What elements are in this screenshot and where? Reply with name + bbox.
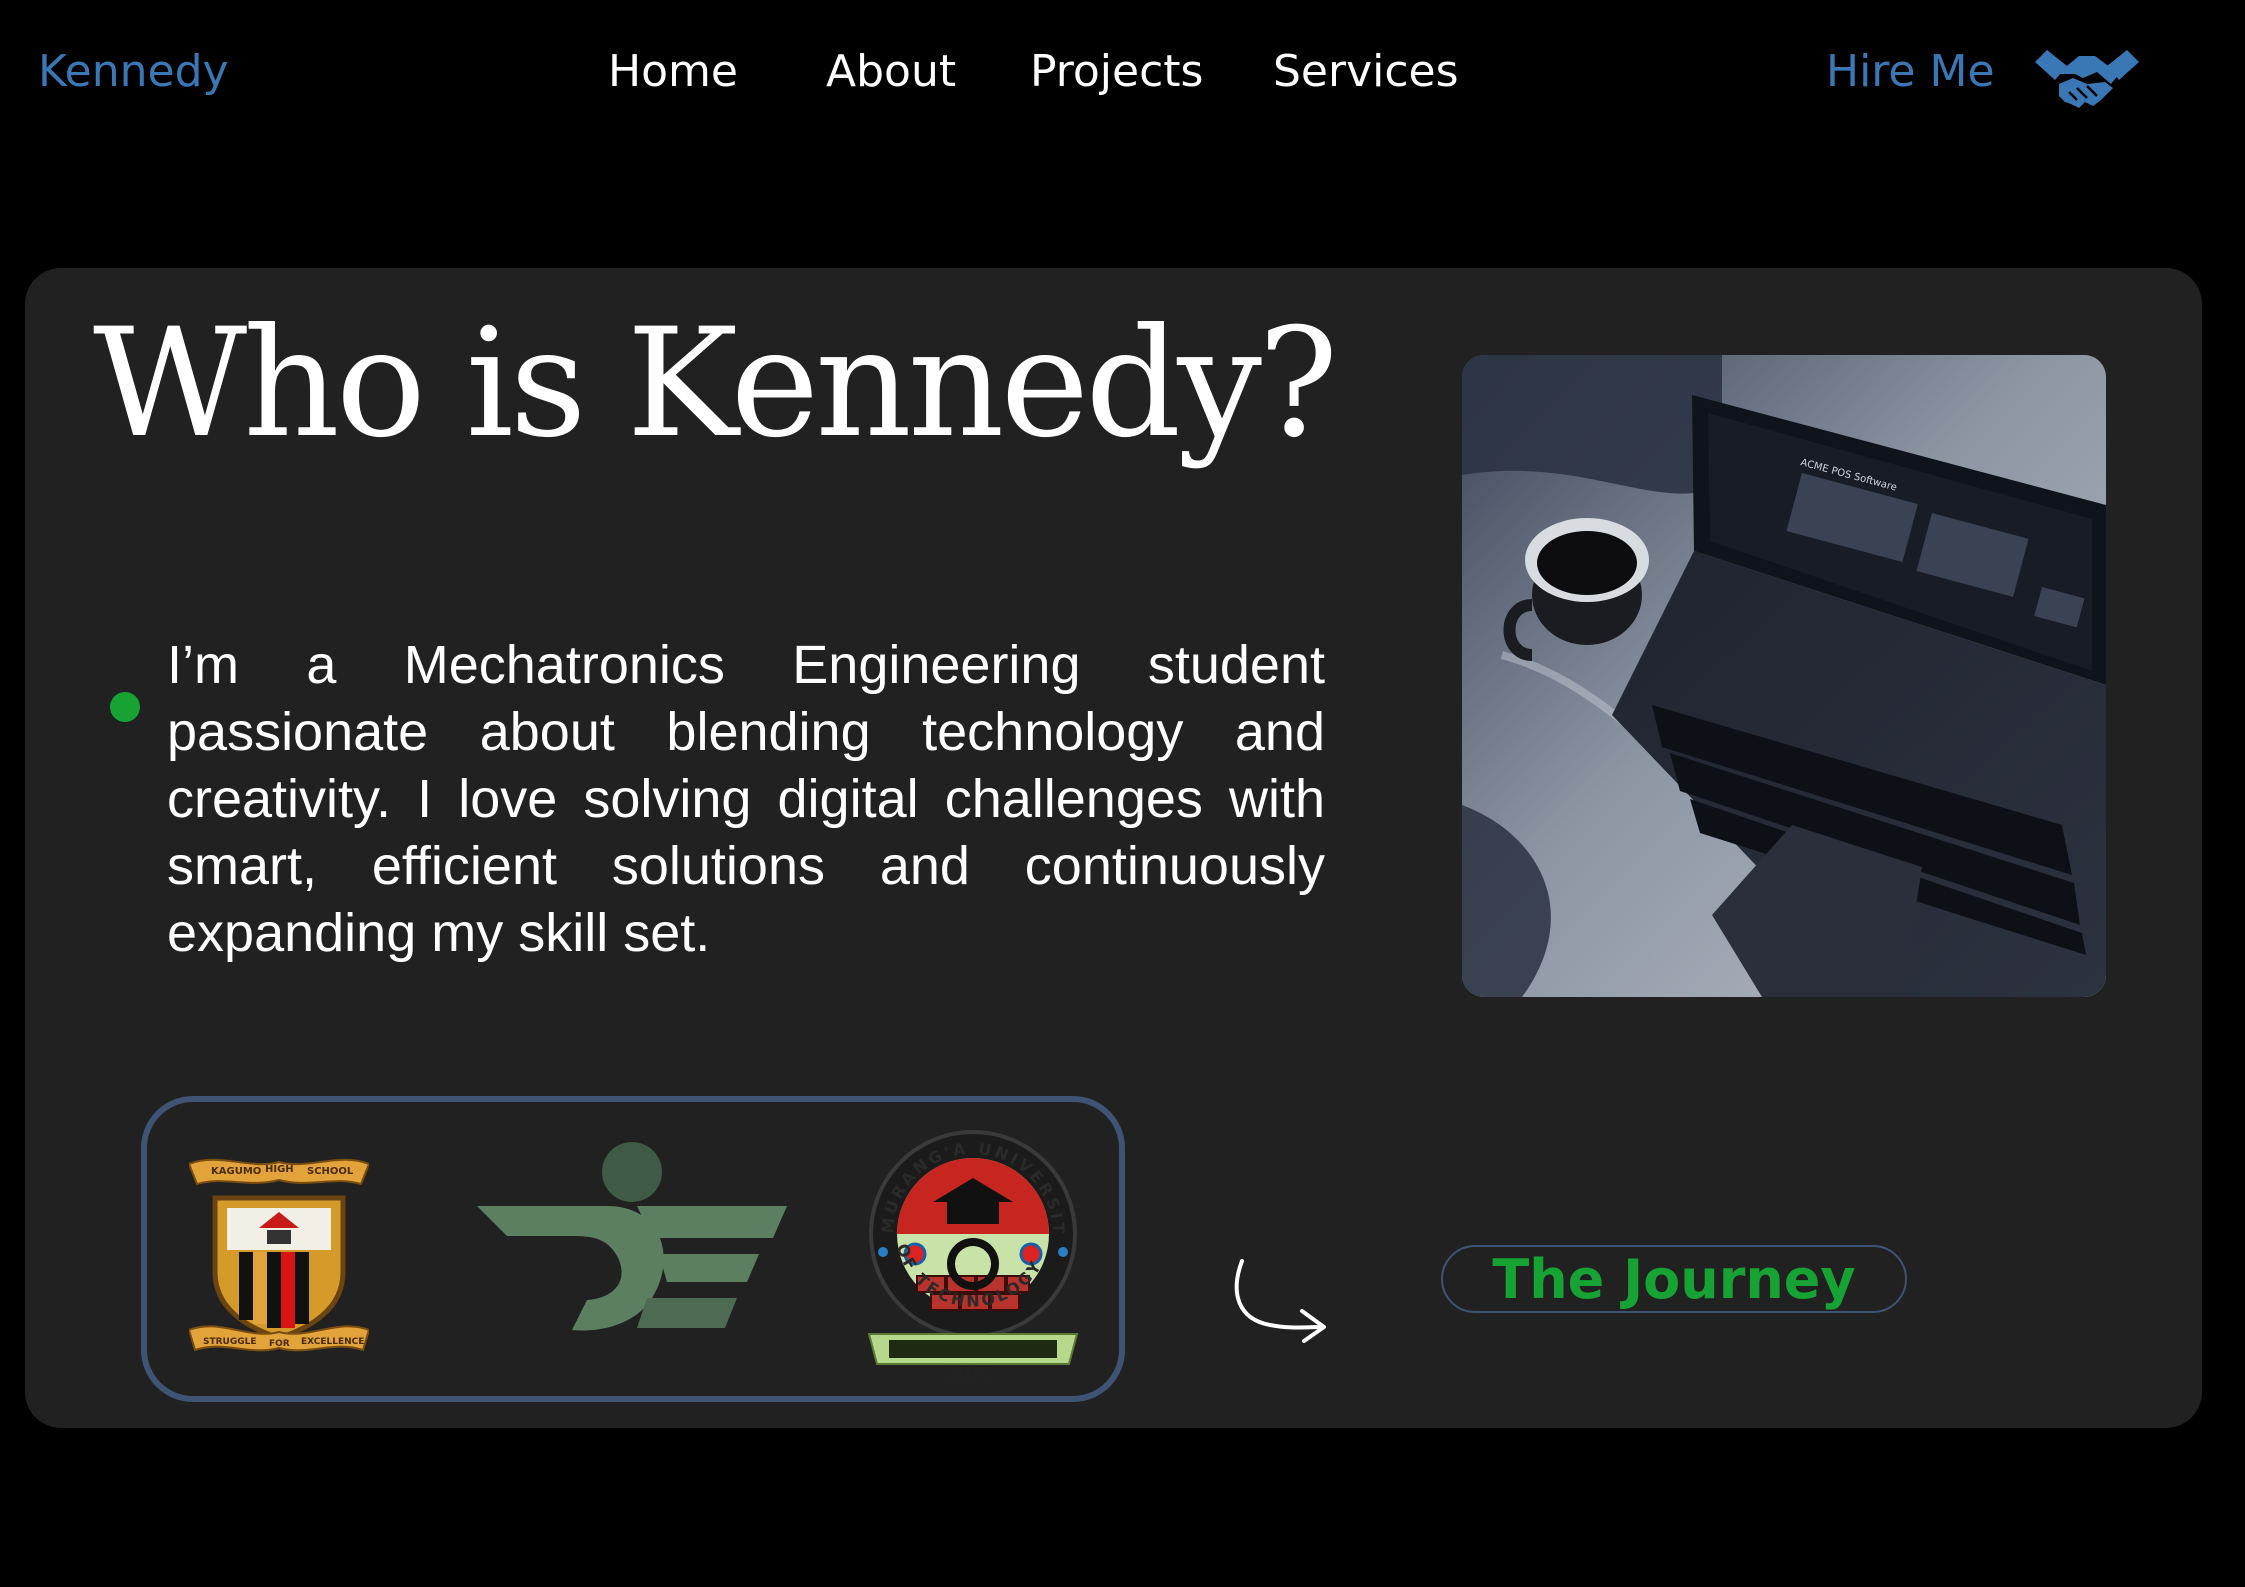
page-title: Who is Kennedy? (93, 297, 1338, 471)
nav-services[interactable]: Services (1273, 46, 1459, 97)
crest-text-excellence: EXCELLENCE (301, 1337, 364, 1347)
education-logos-frame: KAGUMO HIGH SCHOOL STRUGGLE FOR EXCELLEN… (141, 1096, 1125, 1402)
crest-text-kagumo: KAGUMO (211, 1166, 261, 1177)
seal-text-mut: MUT (947, 1364, 993, 1382)
handshake-icon[interactable] (2035, 44, 2139, 116)
nav-about[interactable]: About (826, 46, 956, 97)
the-journey-button[interactable]: The Journey (1441, 1245, 1907, 1313)
curved-arrow-icon (1234, 1259, 1326, 1343)
green-dot-icon (110, 692, 140, 722)
mut-university-seal-icon: MURANG'A UNIVERSITY OF TECHNOLOGY MUT (863, 1126, 1079, 1382)
laptop-photo: ACME POS Software (1462, 355, 2106, 997)
crest-text-for: FOR (269, 1339, 290, 1349)
kagumo-school-crest-icon: KAGUMO HIGH SCHOOL STRUGGLE FOR EXCELLEN… (189, 1158, 369, 1352)
crest-text-struggle: STRUGGLE (203, 1337, 257, 1347)
crest-text-school: SCHOOL (307, 1166, 354, 1177)
bio-paragraph: I’m a Mechatronics Engineering student p… (167, 635, 1325, 963)
nav-projects[interactable]: Projects (1030, 46, 1203, 97)
crest-text-high: HIGH (265, 1164, 294, 1175)
hire-me-link[interactable]: Hire Me (1826, 46, 1995, 97)
about-card: Who is Kennedy? I’m a Mechatronics Engin… (25, 268, 2202, 1428)
nav-home[interactable]: Home (608, 46, 738, 97)
green-brand-logo-icon (477, 1142, 787, 1331)
brand-logo[interactable]: Kennedy (38, 46, 229, 97)
